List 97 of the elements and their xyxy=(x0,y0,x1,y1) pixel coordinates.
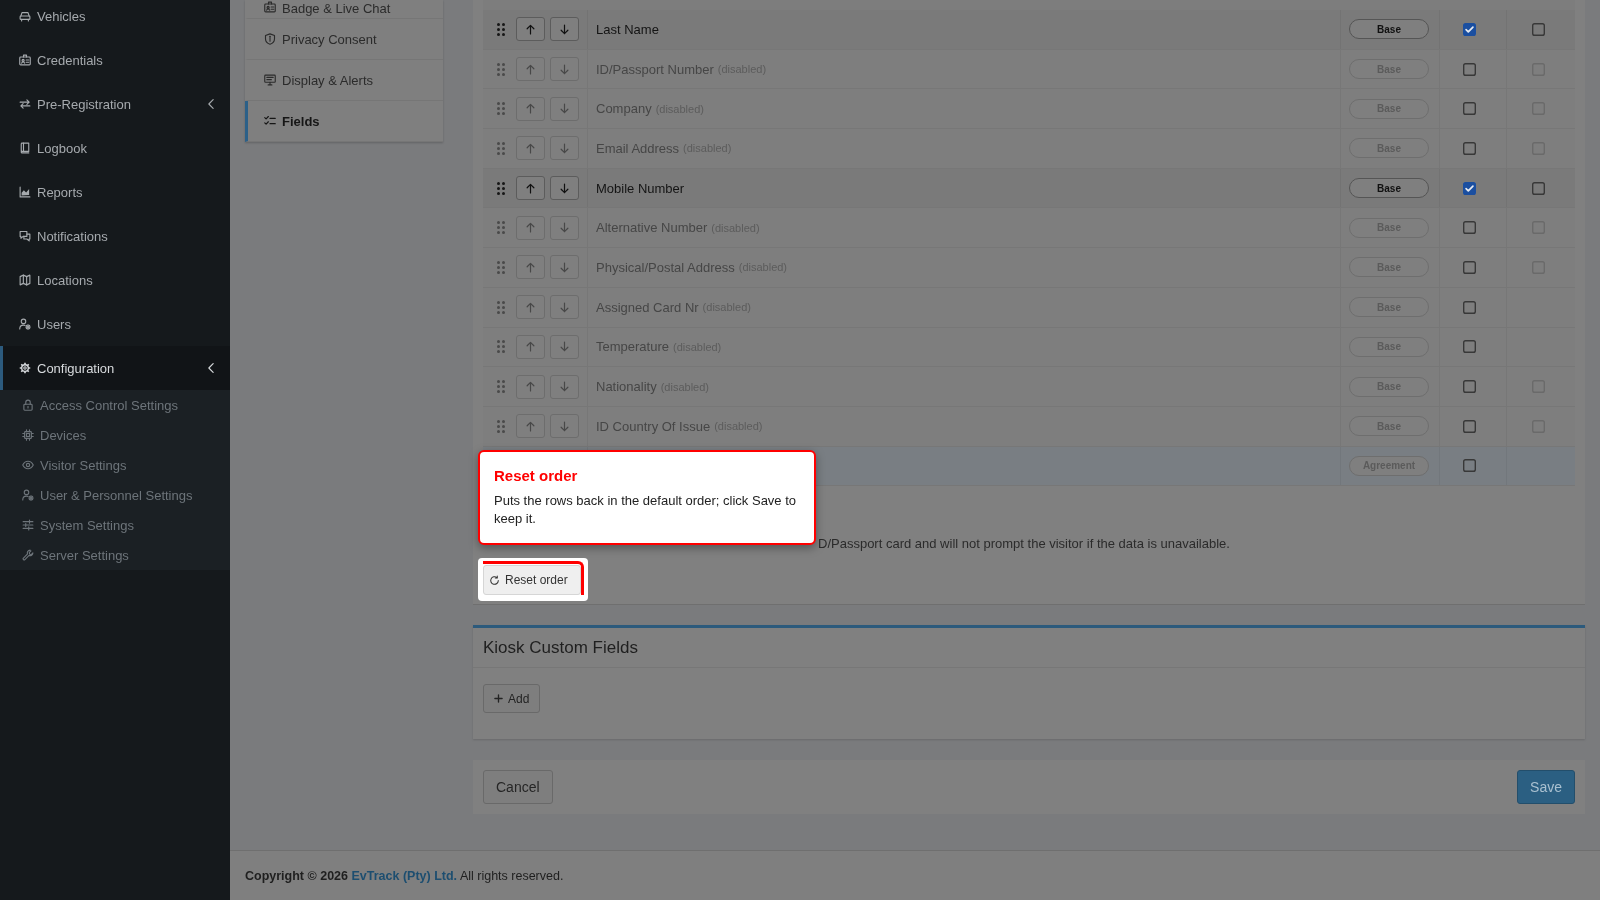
submenu-item[interactable]: System Settings xyxy=(0,510,230,540)
submenu-item[interactable]: Access Control Settings xyxy=(0,390,230,420)
arrow-down-icon xyxy=(560,23,569,35)
refresh-icon xyxy=(489,574,500,586)
arrow-up-icon xyxy=(526,420,535,432)
arrow-up-icon xyxy=(526,142,535,154)
sidebar-item[interactable]: Vehicles xyxy=(0,0,230,38)
monitor-icon xyxy=(264,74,276,86)
move-up-button[interactable] xyxy=(516,17,545,42)
arrow-down-icon xyxy=(560,261,569,273)
field-name: Email Address xyxy=(596,140,680,156)
arrow-up-icon xyxy=(526,63,535,75)
user-gear-icon xyxy=(19,318,31,330)
map-icon xyxy=(19,274,31,286)
arrow-down-icon xyxy=(560,381,569,393)
arrow-up-icon xyxy=(526,301,535,313)
arrow-up-icon xyxy=(526,23,535,35)
checklist-icon xyxy=(264,115,276,127)
sliders-icon xyxy=(22,519,34,531)
arrow-down-icon xyxy=(560,222,569,234)
arrow-up-icon xyxy=(526,381,535,393)
sidebar-item[interactable]: Pre-Registration xyxy=(0,82,230,126)
note-text: D/Passport card and will not prompt the visitor if the data is unavailable. xyxy=(818,536,1230,553)
tooltip-text: Puts the rows back in the default order; click Save to keep it. xyxy=(494,492,798,528)
move-down-button[interactable] xyxy=(550,17,579,42)
submenu-item[interactable]: Visitor Settings xyxy=(0,450,230,480)
chip-icon xyxy=(22,429,34,441)
arrow-up-icon xyxy=(526,341,535,353)
sidebar-item[interactable]: Users xyxy=(0,302,230,346)
arrow-up-icon xyxy=(526,222,535,234)
field-name: ID/Passport Number xyxy=(596,61,714,77)
checkbox[interactable] xyxy=(1463,22,1476,36)
settings-icon xyxy=(19,362,31,374)
add-button[interactable]: Add xyxy=(483,684,541,714)
arrow-up-icon xyxy=(526,103,535,115)
id-card-icon xyxy=(264,1,276,13)
arrow-down-icon xyxy=(560,63,569,75)
chevron-left-icon xyxy=(208,99,214,109)
drag-handle-icon[interactable] xyxy=(497,22,505,36)
arrow-down-icon xyxy=(560,182,569,194)
arrow-up-icon xyxy=(526,182,535,194)
eye-icon xyxy=(22,459,34,471)
submenu-item[interactable]: Server Settings xyxy=(0,540,230,570)
copyright-text: Copyright © 2026 EvTrack (Pty) Ltd. All rights reserved. xyxy=(245,868,564,883)
sidebar-item[interactable]: Credentials xyxy=(0,38,230,82)
reset-order-button[interactable]: Reset order xyxy=(483,565,581,596)
card-title: Kiosk Custom Fields xyxy=(483,637,638,658)
id-card-icon xyxy=(19,54,31,66)
book-icon xyxy=(19,142,31,154)
submenu-item[interactable]: User & Personnel Settings xyxy=(0,480,230,510)
type-badge: Base xyxy=(1349,178,1429,199)
user-gear-icon xyxy=(22,489,34,501)
settings-nav-item[interactable]: Fields xyxy=(245,101,443,142)
field-name: Mobile Number xyxy=(596,180,685,196)
submenu-item[interactable]: Devices xyxy=(0,420,230,450)
move-up-button[interactable] xyxy=(516,176,545,201)
move-down-button[interactable] xyxy=(550,176,579,201)
company-link[interactable]: EvTrack (Pty) Ltd. xyxy=(351,868,458,883)
type-badge: Base xyxy=(1349,19,1429,40)
field-name: Nationality xyxy=(596,379,657,395)
checkbox[interactable] xyxy=(1532,181,1545,195)
sidebar-item[interactable]: Locations xyxy=(0,258,230,302)
sidebar-item[interactable]: Logbook xyxy=(0,126,230,170)
chart-icon xyxy=(19,186,31,198)
save-button[interactable]: Save xyxy=(1517,770,1575,805)
sidebar-item[interactable]: Reports xyxy=(0,170,230,214)
drag-handle-icon[interactable] xyxy=(497,181,505,195)
settings-nav-item[interactable]: Badge & Live Chat xyxy=(245,0,443,19)
tooltip-title: Reset order xyxy=(494,466,579,486)
field-name: ID Country Of Issue xyxy=(596,418,711,434)
arrow-up-icon xyxy=(526,261,535,273)
swap-arrows-icon xyxy=(19,98,31,110)
chevron-left-icon xyxy=(208,363,214,373)
field-name: Physical/Postal Address xyxy=(596,259,735,275)
checkbox[interactable] xyxy=(1463,181,1476,195)
arrow-down-icon xyxy=(560,341,569,353)
car-icon xyxy=(19,10,31,22)
wrench-icon xyxy=(22,549,34,561)
field-name: Last Name xyxy=(596,21,659,37)
field-name: Alternative Number xyxy=(596,220,708,236)
cancel-button[interactable]: Cancel xyxy=(483,770,553,805)
sidebar-item[interactable]: Configuration xyxy=(0,346,230,390)
settings-nav-item[interactable]: Privacy Consent xyxy=(245,19,443,60)
shield-icon xyxy=(264,33,276,45)
field-name: Assigned Card Nr xyxy=(596,299,699,315)
field-name: Temperature xyxy=(596,339,669,355)
settings-nav-item[interactable]: Display & Alerts xyxy=(245,60,443,101)
arrow-down-icon xyxy=(560,301,569,313)
plus-icon xyxy=(494,694,503,704)
arrow-down-icon xyxy=(560,142,569,154)
chat-icon xyxy=(19,230,31,242)
field-name: Company xyxy=(596,101,652,117)
lock-icon xyxy=(22,399,34,411)
arrow-down-icon xyxy=(560,103,569,115)
checkbox[interactable] xyxy=(1532,22,1545,36)
arrow-down-icon xyxy=(560,420,569,432)
sidebar-item[interactable]: Notifications xyxy=(0,214,230,258)
